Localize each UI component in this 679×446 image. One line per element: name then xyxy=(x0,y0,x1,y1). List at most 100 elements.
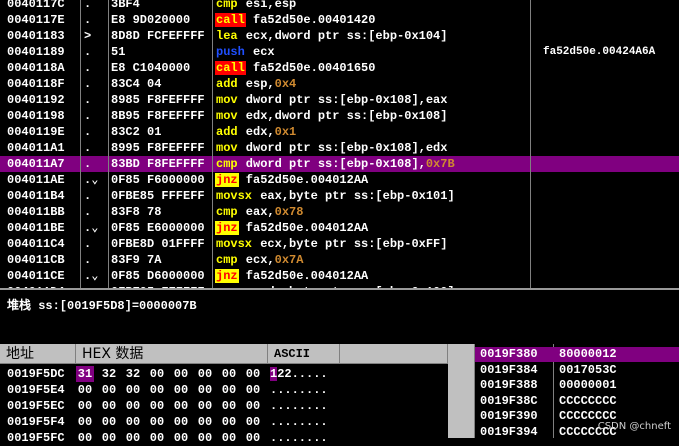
dump-byte[interactable]: 00 xyxy=(124,414,142,430)
jump-marker: . xyxy=(84,109,92,123)
disasm-row[interactable]: 004011B4. 0FBE85 FFFEFF movsx eax,byte ptr… xyxy=(0,188,679,204)
disasm-row[interactable]: 004011C4. 0FBE8D 01FFFF movsx ecx,byte ptr… xyxy=(0,236,679,252)
dump-row[interactable]: 0019F5E4 00 00 00 00 00 00 00 00........ xyxy=(0,382,474,398)
dump-byte[interactable]: 00 xyxy=(100,398,118,414)
dump-byte[interactable]: 00 xyxy=(76,414,94,430)
dump-byte[interactable]: 00 xyxy=(124,430,142,446)
stack-row[interactable]: 0019F388 00000001 xyxy=(475,378,679,393)
dump-byte[interactable]: 00 xyxy=(244,414,262,430)
dump-row[interactable]: 0019F5FC 00 00 00 00 00 00 00 00........ xyxy=(0,430,474,446)
dump-byte[interactable]: 00 xyxy=(244,430,262,446)
dump-byte[interactable]: 00 xyxy=(220,414,238,430)
dump-ascii-rest: ........ xyxy=(270,383,328,397)
dump-byte[interactable]: 00 xyxy=(172,366,190,382)
stack-row[interactable]: 0019F384 0017053C xyxy=(475,363,679,378)
dump-byte[interactable]: 00 xyxy=(148,382,166,398)
disasm-row[interactable]: 0040117E. E8 9D020000 call fa52d50e.004014… xyxy=(0,12,679,28)
dump-byte[interactable]: 00 xyxy=(124,382,142,398)
disasm-row[interactable]: 00401189. 51 push ecx fa52d50e.00424A6A xyxy=(0,44,679,60)
dump-row[interactable]: 0019F5EC 00 00 00 00 00 00 00 00........ xyxy=(0,398,474,414)
dump-byte[interactable]: 00 xyxy=(76,430,94,446)
dump-byte[interactable]: 00 xyxy=(220,366,238,382)
mnemonic: cmp xyxy=(216,157,238,171)
instruction-text: add edx,0x1 xyxy=(215,124,525,140)
dump-pane[interactable]: 地址 HEX 数据 ASCII 0019F5DC 31 32 32 00 00 00 00 00… xyxy=(0,344,474,445)
disasm-row-selected[interactable]: 004011A7. 83BD F8FEFFFF cmp dword ptr ss:[… xyxy=(0,156,679,172)
dump-byte[interactable]: 00 xyxy=(172,414,190,430)
dump-byte[interactable]: 00 xyxy=(148,398,166,414)
instruction-bytes: E8 9D020000 xyxy=(111,13,191,27)
dump-byte[interactable]: 00 xyxy=(220,430,238,446)
dump-header-hex[interactable]: HEX 数据 xyxy=(76,344,268,364)
instruction-text: cmp esi,esp xyxy=(215,0,525,12)
disasm-row[interactable]: 004011BE .⌄ 0F85 E6000000 jnz fa52d50e.0040… xyxy=(0,220,679,236)
info-pane: 堆栈 ss:[0019F5D8]=0000007B xyxy=(0,288,679,346)
dump-byte[interactable]: 00 xyxy=(196,414,214,430)
stack-value: 00000001 xyxy=(559,378,617,392)
disasm-row[interactable]: 004011AE .⌄ 0F85 F6000000 jnz fa52d50e.0040… xyxy=(0,172,679,188)
operands: fa52d50e.00401420 xyxy=(245,13,376,27)
operands: dword ptr ss:[ebp-0x108], xyxy=(238,157,426,171)
dump-header-address[interactable]: 地址 xyxy=(0,344,76,364)
stack-address: 0019F38C xyxy=(480,393,538,408)
dump-byte[interactable]: 00 xyxy=(196,382,214,398)
instruction-address: 004011BB xyxy=(7,205,65,219)
disasm-row[interactable]: 00401198. 8B95 F8FEFFFF mov edx,dword ptr … xyxy=(0,108,679,124)
disassembly-pane[interactable]: 004011D4.0FBE95 FEFFFFmovsx edx,byte ptr… xyxy=(0,0,679,288)
jump-marker: . xyxy=(84,205,92,219)
disasm-row[interactable]: 0040119E. 83C2 01 add edx,0x1 xyxy=(0,124,679,140)
instruction-bytes: 0FBE85 FFFEFF xyxy=(111,189,205,203)
instruction-bytes: 83C4 04 xyxy=(111,77,162,91)
stack-address: 0019F390 xyxy=(480,409,538,423)
disasm-row[interactable]: 00401192. 8985 F8FEFFFF mov dword ptr ss:[… xyxy=(0,92,679,108)
dump-ascii-rest: ........ xyxy=(270,399,328,413)
disasm-row[interactable]: 00401183 >8D8D FCFEFFFF lea ecx,dword ptr … xyxy=(0,28,679,44)
dump-row[interactable]: 0019F5F4 00 00 00 00 00 00 00 00........ xyxy=(0,414,474,430)
dump-byte[interactable]: 00 xyxy=(220,398,238,414)
dump-byte[interactable]: 00 xyxy=(100,414,118,430)
dump-header-ascii[interactable]: ASCII xyxy=(268,344,340,364)
dump-byte[interactable]: 00 xyxy=(196,398,214,414)
disasm-row[interactable]: 0040118F. 83C4 04 add esp,0x4 xyxy=(0,76,679,92)
mnemonic: cmp xyxy=(216,0,238,11)
dump-byte[interactable]: 00 xyxy=(100,382,118,398)
mnemonic: jnz xyxy=(215,269,239,283)
disasm-row[interactable]: 0040118A. E8 C1040000 call fa52d50e.004016… xyxy=(0,60,679,76)
dump-byte[interactable]: 00 xyxy=(172,398,190,414)
dump-byte[interactable]: 32 xyxy=(100,366,118,382)
column-divider xyxy=(212,0,213,288)
dump-byte[interactable]: 00 xyxy=(124,398,142,414)
instruction-bytes: 83BD F8FEFFFF xyxy=(111,157,205,171)
dump-byte[interactable]: 00 xyxy=(76,382,94,398)
dump-row[interactable]: 0019F5DC 31 32 32 00 00 00 00 00 122..... xyxy=(0,366,474,382)
disasm-row[interactable]: 004011BB. 83F8 78 cmp eax,0x78 xyxy=(0,204,679,220)
dump-byte[interactable]: 00 xyxy=(196,430,214,446)
instruction-bytes: 0F85 E6000000 xyxy=(111,221,205,235)
disasm-row[interactable]: 0040117C. 3BF4 cmp esi,esp xyxy=(0,0,679,12)
dump-byte[interactable]: 00 xyxy=(76,398,94,414)
disasm-row[interactable]: 004011CB. 83F9 7A cmp ecx,0x7A xyxy=(0,252,679,268)
dump-byte[interactable]: 31 xyxy=(76,366,94,382)
operands: fa52d50e.004012AA xyxy=(238,221,369,235)
dump-byte[interactable]: 00 xyxy=(196,366,214,382)
dump-byte[interactable]: 32 xyxy=(124,366,142,382)
dump-byte[interactable]: 00 xyxy=(148,414,166,430)
jump-marker: . xyxy=(84,13,92,27)
disasm-row[interactable]: 004011A1. 8995 F8FEFFFF mov dword ptr ss:[… xyxy=(0,140,679,156)
dump-byte[interactable]: 00 xyxy=(172,430,190,446)
dump-byte[interactable]: 00 xyxy=(148,430,166,446)
dump-byte[interactable]: 00 xyxy=(220,382,238,398)
stack-row-selected[interactable]: 0019F380 80000012 xyxy=(475,347,679,362)
stack-row[interactable]: 0019F38C CCCCCCCC xyxy=(475,394,679,409)
dump-byte[interactable]: 00 xyxy=(148,366,166,382)
dump-byte[interactable]: 00 xyxy=(100,430,118,446)
instruction-text: jnz fa52d50e.004012AA xyxy=(215,172,525,188)
instruction-bytes: 0F85 D6000000 xyxy=(111,269,205,283)
dump-byte[interactable]: 00 xyxy=(244,382,262,398)
jump-marker: . xyxy=(84,93,92,107)
stack-value: 0017053C xyxy=(559,362,617,377)
dump-byte[interactable]: 00 xyxy=(244,398,262,414)
dump-byte[interactable]: 00 xyxy=(172,382,190,398)
disasm-row[interactable]: 004011CE .⌄ 0F85 D6000000 jnz fa52d50e.0040… xyxy=(0,268,679,284)
dump-byte[interactable]: 00 xyxy=(244,366,262,382)
